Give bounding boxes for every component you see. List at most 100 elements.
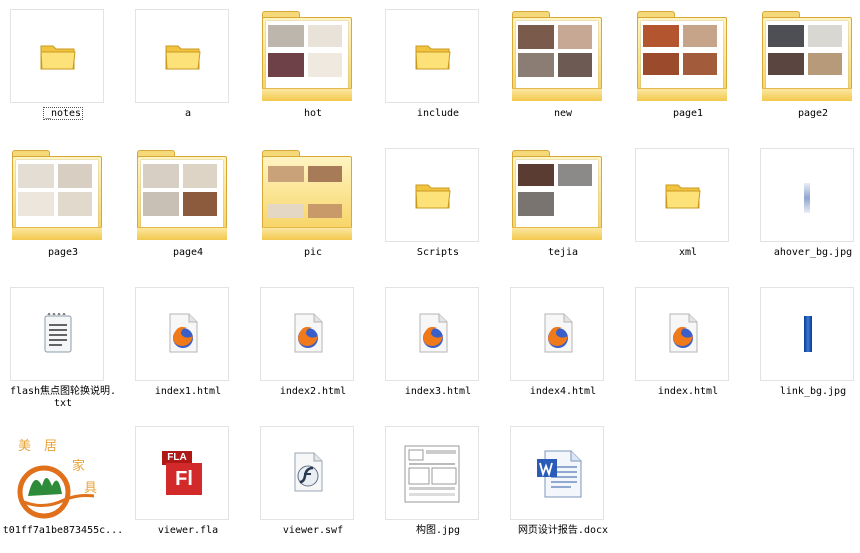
file-label: Scripts <box>416 247 460 258</box>
thumbnail <box>10 9 104 103</box>
thumbnail <box>260 426 354 520</box>
thumbnail <box>260 9 354 103</box>
file-label: a <box>184 108 192 119</box>
logo-char: 美 <box>18 439 31 454</box>
thumbnail <box>635 287 729 381</box>
thumbnail <box>10 287 104 381</box>
file-label: ahover_bg.jpg <box>773 247 853 258</box>
file-item-logo-image[interactable]: 美 居 家 具 t01ff7a1be873455c... <box>0 417 126 553</box>
thumbnail <box>260 287 354 381</box>
file-item-page3[interactable]: page3 <box>0 139 126 275</box>
file-item-ahover-bg[interactable]: ahover_bg.jpg <box>750 139 860 275</box>
firefox-html-icon <box>544 313 573 353</box>
folder-preview-icon <box>135 148 229 242</box>
text-file-icon <box>44 313 72 353</box>
logo-char: 具 <box>84 481 97 496</box>
image-thumbnail <box>804 316 812 352</box>
thumbnail <box>385 426 479 520</box>
file-label: _notes <box>42 107 84 120</box>
file-item-xml[interactable]: xml <box>625 139 751 275</box>
file-label: link_bg.jpg <box>779 386 847 397</box>
thumbnail <box>510 287 604 381</box>
folder-preview-icon <box>10 148 104 242</box>
file-item-page2[interactable]: page2 <box>750 0 860 136</box>
file-label: page1 <box>672 108 704 119</box>
thumbnail: 美 居 家 具 <box>10 426 104 520</box>
folder-preview-icon <box>260 9 354 103</box>
file-item-gouto-jpg[interactable]: 构图.jpg <box>375 417 501 553</box>
firefox-html-icon <box>419 313 448 353</box>
folder-preview-icon <box>260 148 354 242</box>
thumbnail <box>135 287 229 381</box>
file-item-viewer-fla[interactable]: FLA Fl viewer.fla <box>125 417 251 553</box>
thumbnail: FLA Fl <box>135 426 229 520</box>
thumbnail <box>135 148 229 242</box>
folder-icon <box>415 184 451 209</box>
file-item-flash-txt[interactable]: flash焦点图轮换说明. txt <box>0 278 126 414</box>
file-item-a[interactable]: a <box>125 0 251 136</box>
thumbnail <box>510 9 604 103</box>
folder-preview-icon <box>510 9 604 103</box>
file-item-page4[interactable]: page4 <box>125 139 251 275</box>
file-label: index4.html <box>529 386 597 397</box>
thumbnail <box>760 148 854 242</box>
logo-image-thumbnail: 美 居 家 具 <box>17 439 97 519</box>
file-label: t01ff7a1be873455c... <box>2 525 124 536</box>
thumbnail <box>760 287 854 381</box>
thumbnail <box>10 148 104 242</box>
file-label: pic <box>303 247 323 258</box>
image-thumbnail <box>804 183 810 213</box>
file-item-index2[interactable]: index2.html <box>250 278 376 414</box>
file-label: index.html <box>657 386 719 397</box>
firefox-html-icon <box>294 313 323 353</box>
file-item-index3[interactable]: index3.html <box>375 278 501 414</box>
file-item-index1[interactable]: index1.html <box>125 278 251 414</box>
thumbnail <box>135 9 229 103</box>
file-item-pic[interactable]: pic <box>250 139 376 275</box>
word-docx-icon <box>537 450 582 498</box>
file-item-notes[interactable]: _notes <box>0 0 126 136</box>
file-item-tejia[interactable]: tejia <box>500 139 626 275</box>
file-label: page4 <box>172 247 204 258</box>
flash-fla-icon: FLA Fl <box>162 451 204 495</box>
thumbnail <box>385 9 479 103</box>
file-item-index4[interactable]: index4.html <box>500 278 626 414</box>
thumbnail <box>635 9 729 103</box>
file-item-report-docx[interactable]: 网页设计报告.docx <box>500 417 626 553</box>
file-item-link-bg[interactable]: link_bg.jpg <box>750 278 860 414</box>
folder-preview-icon <box>635 9 729 103</box>
file-label: page3 <box>47 247 79 258</box>
thumbnail <box>260 148 354 242</box>
file-item-viewer-swf[interactable]: viewer.swf <box>250 417 376 553</box>
file-item-page1[interactable]: page1 <box>625 0 751 136</box>
file-label: viewer.swf <box>282 525 344 536</box>
fla-letters: Fl <box>166 463 202 495</box>
file-label: tejia <box>547 247 579 258</box>
folder-preview-icon <box>510 148 604 242</box>
file-label: viewer.fla <box>157 525 219 536</box>
thumbnail <box>510 426 604 520</box>
file-label: 网页设计报告.docx <box>517 525 609 536</box>
file-item-index[interactable]: index.html <box>625 278 751 414</box>
file-label: 构图.jpg <box>415 525 461 536</box>
file-label: new <box>553 108 573 119</box>
firefox-html-icon <box>669 313 698 353</box>
logo-char: 家 <box>72 458 85 474</box>
folder-preview-icon <box>760 9 854 103</box>
thumbnail <box>510 148 604 242</box>
folder-icon <box>165 45 201 70</box>
firefox-html-icon <box>169 313 198 353</box>
file-item-include[interactable]: include <box>375 0 501 136</box>
folder-icon <box>415 45 451 70</box>
file-label: index3.html <box>404 386 472 397</box>
file-item-hot[interactable]: hot <box>250 0 376 136</box>
folder-icon <box>665 184 701 209</box>
thumbnail <box>385 148 479 242</box>
file-label: flash焦点图轮换说明. txt <box>9 386 117 409</box>
logo-char: 居 <box>44 439 57 454</box>
file-item-new[interactable]: new <box>500 0 626 136</box>
file-item-scripts[interactable]: Scripts <box>375 139 501 275</box>
file-label: index1.html <box>154 386 222 397</box>
file-label: index2.html <box>279 386 347 397</box>
folder-icon <box>40 45 76 70</box>
